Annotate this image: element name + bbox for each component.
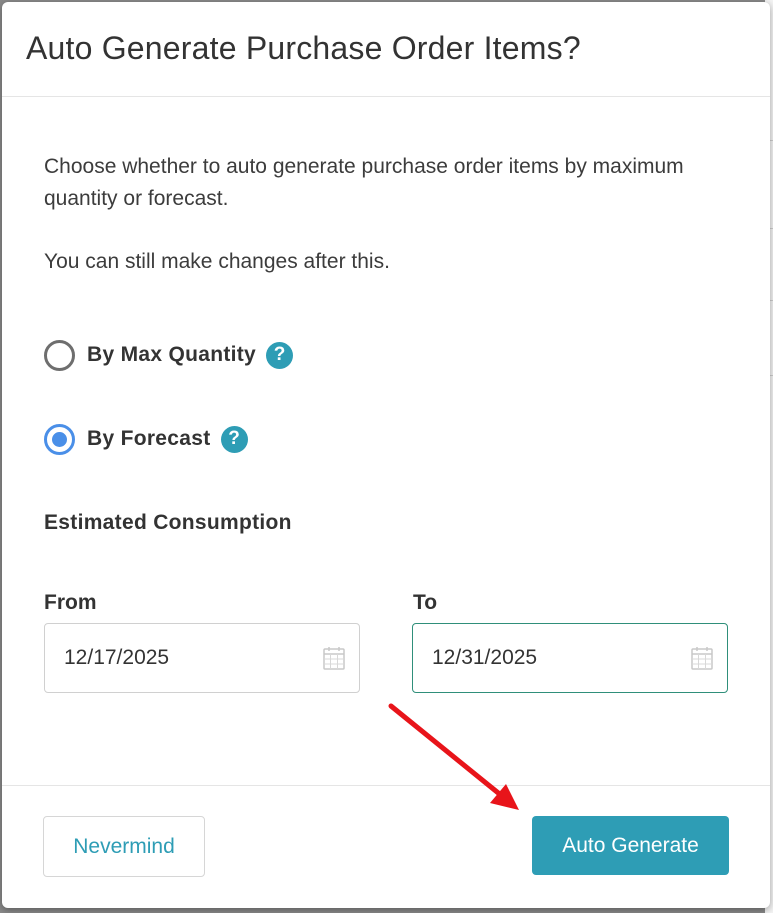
- dialog-title: Auto Generate Purchase Order Items?: [26, 30, 581, 66]
- option-label: By Max Quantity: [87, 343, 257, 366]
- dialog-header: Auto Generate Purchase Order Items?: [2, 2, 770, 97]
- option-by-max-quantity[interactable]: By Max Quantity ?: [44, 338, 294, 372]
- from-label: From: [44, 591, 97, 614]
- from-date-field[interactable]: 12/17/2025: [44, 623, 360, 693]
- from-date-value: 12/17/2025: [64, 646, 170, 669]
- to-date-field[interactable]: 12/31/2025: [412, 623, 728, 693]
- dialog-note: You can still make changes after this.: [44, 250, 390, 273]
- dialog-body: Choose whether to auto generate purchase…: [2, 98, 770, 786]
- calendar-icon[interactable]: [323, 646, 345, 670]
- to-date-value: 12/31/2025: [432, 646, 538, 669]
- auto-generate-button[interactable]: Auto Generate: [532, 816, 729, 875]
- auto-generate-dialog: Auto Generate Purchase Order Items? Choo…: [2, 2, 770, 908]
- option-by-forecast[interactable]: By Forecast ?: [44, 422, 248, 456]
- question-circle-icon[interactable]: ?: [266, 341, 294, 369]
- option-label: By Forecast: [87, 427, 211, 450]
- dialog-description: Choose whether to auto generate purchase…: [44, 155, 684, 210]
- calendar-icon[interactable]: [691, 646, 713, 670]
- dialog-footer: Nevermind Auto Generate: [2, 785, 770, 908]
- section-title: Estimated Consumption: [44, 511, 292, 534]
- question-circle-icon[interactable]: ?: [220, 425, 248, 453]
- to-label: To: [413, 591, 438, 614]
- radio-by-max-quantity[interactable]: [44, 339, 75, 371]
- radio-by-forecast[interactable]: [44, 423, 75, 455]
- nevermind-button[interactable]: Nevermind: [43, 816, 205, 877]
